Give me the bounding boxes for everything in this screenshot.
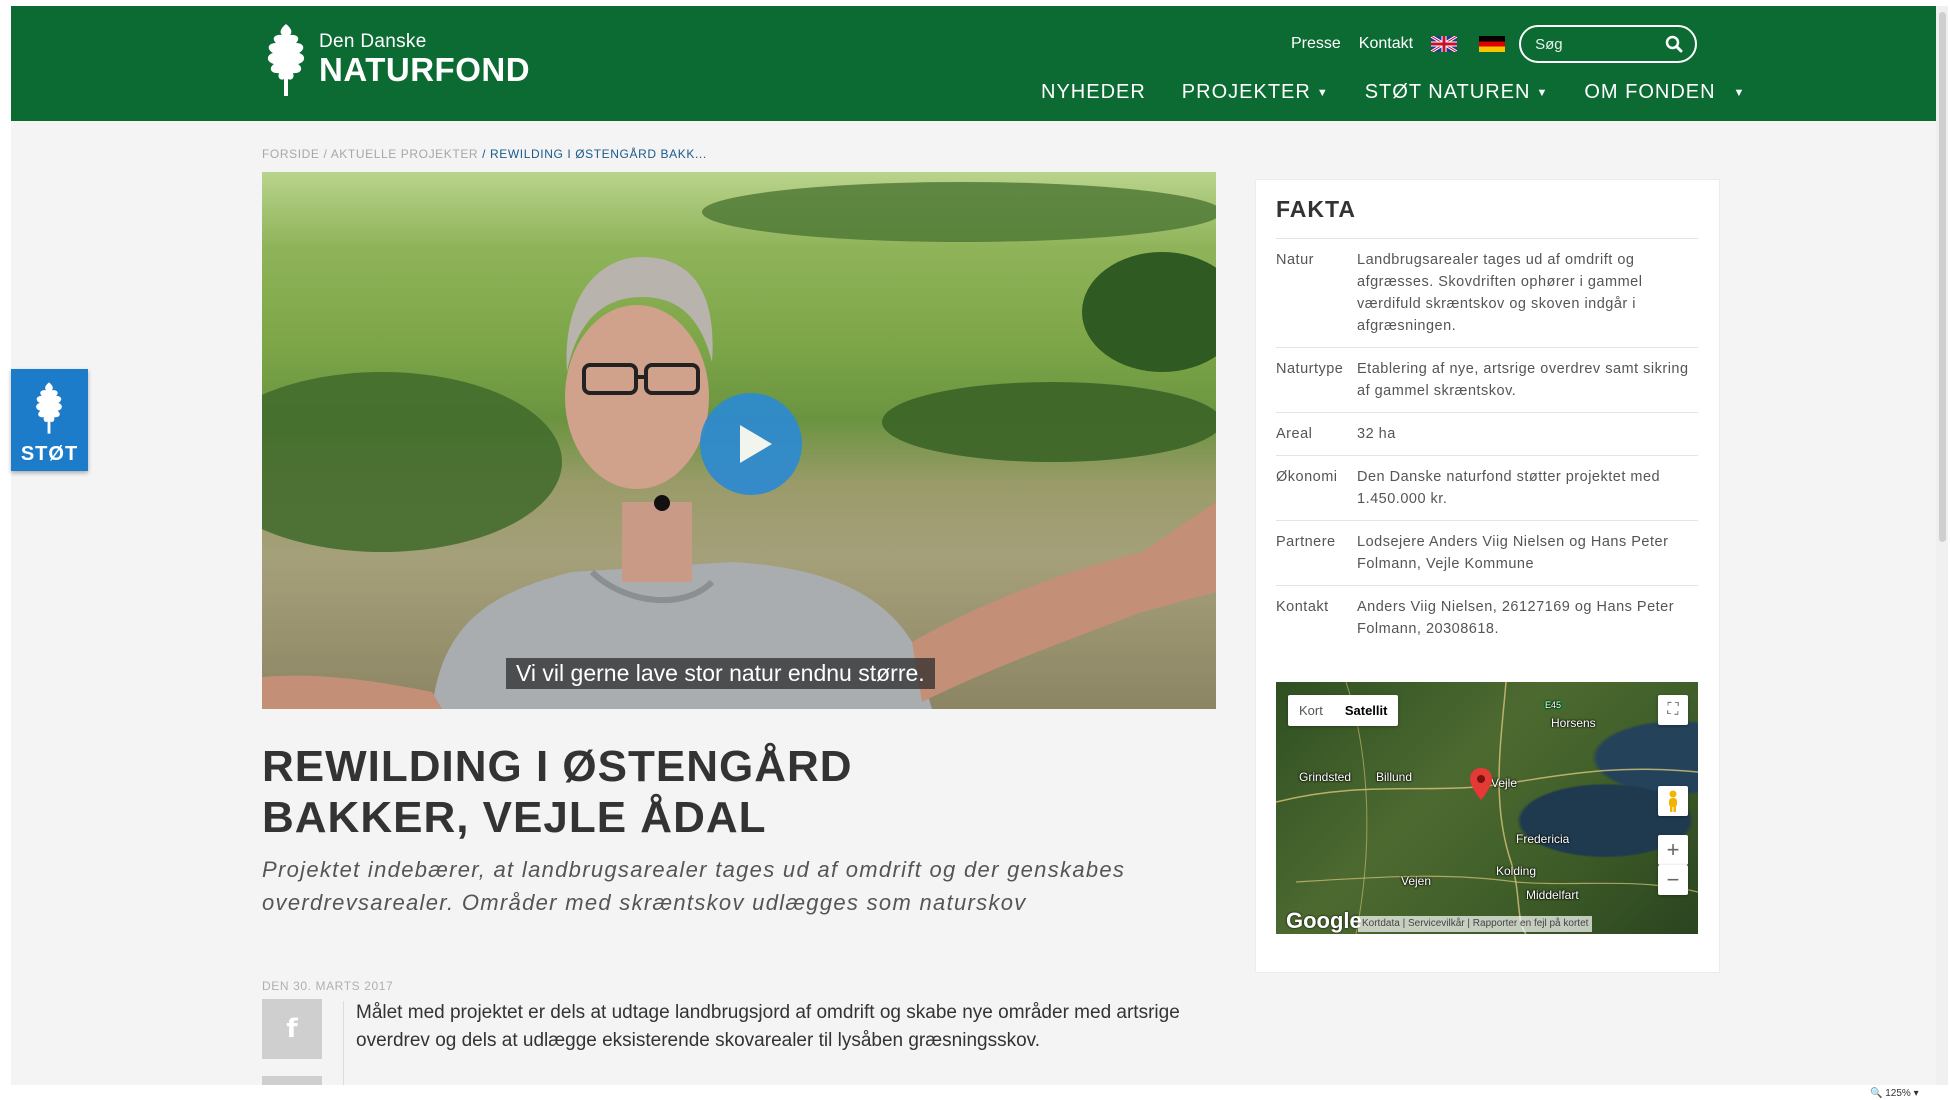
pegman-graphic [1669,790,1677,812]
facebook-share-button[interactable]: f [262,999,322,1059]
zoom-value: 125% [1885,1088,1911,1099]
fakta-row: Naturtype Etablering af nye, artsrige ove… [1276,347,1698,412]
german-flag-icon[interactable] [1479,36,1506,52]
logo-text: Den Danske NATURFOND [319,32,530,88]
fakta-row: Partnere Lodsejere Anders Viig Nielsen og… [1276,520,1698,585]
article-lead: Projektet indebærer, at landbrugsarealer… [262,857,1126,915]
fakta-value: Den Danske naturfond støtter projektet m… [1357,469,1661,507]
caret-down-icon: ▼ [1536,86,1549,99]
share-button[interactable] [262,1076,322,1085]
fakta-key: Naturtype [1276,361,1344,377]
map-label: Billund [1376,770,1413,784]
fakta-value: 32 ha [1357,426,1396,442]
oak-leaf-logo-icon [267,24,305,96]
video-player[interactable]: Vi vil gerne lave stor natur endnu størr… [262,172,1216,709]
article-body: Målet med projektet er dels at udtage la… [356,1002,1180,1051]
browser-viewport: Den Danske NATURFOND Presse Kontakt Søg … [11,6,1948,1085]
divider [343,1001,344,1085]
nav-item-projekter[interactable]: PROJEKTER ▼ [1182,81,1329,104]
map-attribution[interactable]: Kortdata | Servicevilkår | Rapporter en … [1358,916,1593,932]
fakta-box: FAKTA Natur Landbrugsarealer tages ud af … [1255,179,1720,973]
page-title: REWILDING I ØSTENGÅRD BAKKER, VEJLE ÅDAL [262,742,853,842]
fakta-key: Areal [1276,426,1313,442]
google-logo: Google [1286,908,1362,933]
facebook-icon: f [286,1014,298,1044]
chevron-down-icon: ▾ [1913,1088,1919,1099]
location-map[interactable]: Kort Satellit ⛶ + − Horsens Grindsted Bi… [1276,682,1698,934]
breadcrumb: FORSIDE / AKTUELLE PROJEKTER / REWILDING… [262,147,707,161]
nav-label: OM FONDEN [1584,81,1716,103]
map-label: Vejle [1491,776,1518,790]
zoom-icon: 🔍 [1870,1088,1883,1099]
play-icon [740,425,772,463]
fakta-value: Landbrugsarealer tages ud af omdrift og … [1357,252,1643,334]
caret-down-icon: ▼ [1316,86,1329,99]
oak-leaf-icon [36,382,62,434]
nav-item-stot-naturen[interactable]: STØT NATUREN ▼ [1365,81,1549,104]
press-link[interactable]: Presse [1291,35,1341,53]
nav-label: NYHEDER [1041,81,1146,103]
breadcrumb-parent[interactable]: / AKTUELLE PROJEKTER [323,147,478,161]
zoom-out-button[interactable]: − [1658,865,1688,895]
map-label: Grindsted [1299,770,1352,784]
map-label: Fredericia [1516,832,1570,846]
fakta-key: Kontakt [1276,599,1329,615]
fakta-value: Anders Viig Nielsen, 26127169 og Hans Pe… [1357,599,1675,637]
pegman-icon[interactable] [1658,786,1688,816]
fakta-value: Etablering af nye, artsrige overdrev sam… [1357,361,1689,399]
stot-label: STØT [20,443,79,465]
map-label: Horsens [1551,716,1596,730]
nav-label: STØT NATUREN [1364,81,1531,103]
map-label: Kolding [1496,864,1537,878]
breadcrumb-current: / REWILDING I ØSTENGÅRD BAKK... [482,147,707,161]
map-label: Vejen [1401,874,1432,888]
nav-item-nyheder[interactable]: NYHEDER [1041,81,1146,104]
scrollbar[interactable] [1936,6,1948,1085]
uk-flag-graphic [1431,36,1458,52]
map-tab-satellit[interactable]: Satellit [1334,695,1399,726]
fakta-table: Natur Landbrugsarealer tages ud af omdrif… [1276,238,1698,650]
fakta-row: Økonomi Den Danske naturfond støtter proj… [1276,455,1698,520]
logo-title: NATURFOND [319,51,531,88]
play-button[interactable] [700,393,802,495]
stot-side-tab[interactable]: STØT [11,369,88,471]
utility-bar: Presse Kontakt [1291,24,1698,64]
nav-label: PROJEKTER [1181,81,1311,103]
browser-zoom-indicator[interactable]: 🔍 125% ▾ [1870,1088,1919,1099]
scrollbar-thumb[interactable] [1939,12,1946,542]
search-icon[interactable] [1665,35,1683,53]
logo-subtitle: Den Danske [319,31,427,52]
search-input[interactable] [1533,34,1658,54]
fakta-key: Partnere [1276,534,1336,550]
article-date: DEN 30. MARTS 2017 [262,979,394,993]
zoom-in-button[interactable]: + [1658,835,1688,865]
fakta-key: Økonomi [1276,469,1338,485]
fakta-key: Natur [1276,252,1314,268]
fakta-row: Kontakt Anders Viig Nielsen, 26127169 og … [1276,585,1698,650]
video-caption: Vi vil gerne lave stor natur endnu størr… [506,658,935,689]
map-pin-icon[interactable] [1470,768,1492,800]
map-tab-kort[interactable]: Kort [1288,695,1334,726]
search-box [1519,25,1698,63]
fakta-value: Lodsejere Anders Viig Nielsen og Hans Pe… [1357,534,1669,572]
map-road-badge: E45 [1543,700,1564,710]
main-nav: NYHEDER PROJEKTER ▼ STØT NATUREN ▼ OM FOND… [1041,81,1781,104]
fakta-heading: FAKTA [1276,196,1356,222]
contact-link[interactable]: Kontakt [1359,35,1413,53]
breadcrumb-home[interactable]: FORSIDE [262,147,320,161]
site-header: Den Danske NATURFOND Presse Kontakt Søg … [11,6,1948,121]
map-label: Middelfart [1526,888,1579,902]
fakta-row: Natur Landbrugsarealer tages ud af omdrif… [1276,238,1698,347]
fullscreen-icon[interactable]: ⛶ [1658,695,1688,725]
map-type-toggle: Kort Satellit [1288,695,1399,726]
caret-down-icon: ▼ [1733,86,1746,99]
site-logo[interactable]: Den Danske NATURFOND [261,22,530,98]
uk-flag-icon[interactable] [1431,36,1458,52]
fakta-row: Areal 32 ha [1276,412,1698,455]
nav-item-om-fonden[interactable]: OM FONDEN ▼ [1584,81,1745,104]
